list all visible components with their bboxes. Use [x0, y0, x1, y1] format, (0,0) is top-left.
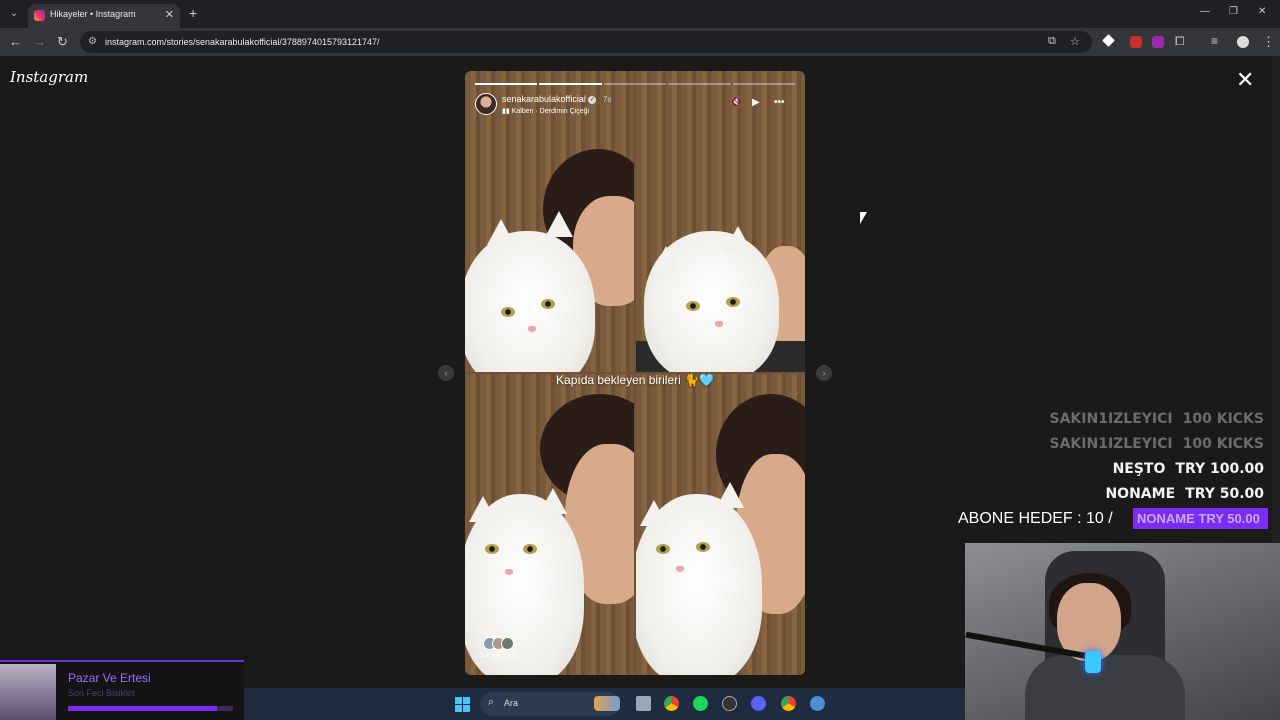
story-progress-segment	[475, 83, 538, 85]
back-arrow-icon[interactable]: ←	[9, 34, 22, 49]
story-username[interactable]: senakarabulakofficial	[502, 94, 586, 104]
close-story-icon[interactable]: ✕	[1236, 69, 1254, 91]
donation-name: NONAME	[1105, 486, 1176, 502]
browser-tab-bar: ⌄ Hikayeler • Instagram ✕ + — ❐ ✕	[0, 0, 1280, 28]
forward-arrow-icon[interactable]: →	[33, 34, 46, 49]
donation-name: NEŞTO	[1112, 461, 1166, 477]
play-icon[interactable]: ▶	[752, 97, 760, 108]
donation-amount: TRY 50.00	[1185, 486, 1264, 502]
story-music-label[interactable]: ▮▮ Kalben · Derdimin Çiçeği	[502, 107, 589, 115]
streamer-webcam	[965, 543, 1280, 720]
track-progress-bar	[68, 706, 233, 711]
instagram-logo[interactable]: Instagram	[10, 68, 88, 86]
chrome-active-icon[interactable]	[781, 696, 796, 711]
subscriber-goal-highlight: NONAME TRY 50.00	[1133, 508, 1268, 529]
story-progress-bar	[475, 83, 796, 85]
story-photo-top-right	[636, 71, 805, 372]
search-icon: ⌕	[488, 696, 495, 708]
browser-toolbar: ← → ↻ ⚙ instagram.com/stories/senakarabu…	[0, 28, 1280, 56]
now-playing-widget: Pazar Ve Ertesi Son Feci Bisiklet	[0, 660, 244, 720]
album-art	[0, 664, 56, 720]
donation-name: SAKIN1IZLEYICI	[1049, 411, 1173, 427]
profile-avatar-icon[interactable]	[1237, 36, 1249, 48]
track-title: Pazar Ve Ertesi	[68, 671, 151, 685]
file-explorer-icon[interactable]	[636, 696, 651, 711]
tab-title: Hikayeler • Instagram	[50, 9, 136, 19]
story-music-title: Kalben · Derdimin Çiçeği	[511, 108, 590, 115]
bookmark-star-icon[interactable]: ☆	[1070, 35, 1080, 48]
story-progress-segment	[603, 83, 667, 85]
obs-icon[interactable]	[722, 696, 737, 711]
subscriber-goal-label: ABONE HEDEF : 10 /	[958, 510, 1113, 527]
close-window-button[interactable]: ✕	[1258, 6, 1266, 17]
install-app-icon[interactable]: ⧉	[1048, 35, 1056, 48]
donation-feed: SAKIN1IZLEYICI 100 KICKS SAKIN1IZLEYICI 100…	[1050, 410, 1264, 510]
story-photo-bottom-left	[465, 374, 634, 675]
windows-taskbar: ⌕ Ara	[244, 688, 965, 720]
address-bar[interactable]: ⚙ instagram.com/stories/senakarabulakoff…	[80, 31, 1092, 53]
viewer-avatars[interactable]	[483, 637, 517, 651]
extension-purple-icon[interactable]	[1152, 36, 1164, 48]
new-tab-button[interactable]: +	[189, 5, 197, 21]
verified-badge-icon: ✓	[588, 95, 597, 104]
donation-amount: 100 KICKS	[1182, 411, 1264, 427]
extensions-puzzle-icon[interactable]: ⧠	[1175, 34, 1185, 49]
tab-search-chevron-icon[interactable]: ⌄	[6, 6, 22, 22]
instagram-favicon-icon	[34, 10, 45, 21]
site-info-icon[interactable]: ⚙	[88, 36, 97, 47]
story-progress-segment	[732, 83, 796, 85]
story-viewers-count[interactable]: 216 kişi gördü	[480, 653, 517, 659]
browser-menu-icon[interactable]: ⋮	[1262, 34, 1275, 50]
maximize-button[interactable]: ❐	[1229, 6, 1238, 17]
reload-icon[interactable]: ↻	[57, 34, 68, 50]
tab-close-icon[interactable]: ✕	[165, 8, 174, 21]
donation-amount: 100 KICKS	[1182, 436, 1264, 452]
app-settings-icon[interactable]	[810, 696, 825, 711]
music-bars-icon: ▮▮	[502, 108, 512, 115]
story-author[interactable]: senakarabulakofficial ✓ 7s	[502, 94, 611, 104]
mouse-cursor-icon	[860, 212, 867, 224]
discord-icon[interactable]	[751, 696, 766, 711]
chrome-icon[interactable]	[664, 696, 679, 711]
story-time: 7s	[602, 95, 612, 104]
donation-row: SAKIN1IZLEYICI 100 KICKS	[1050, 435, 1264, 460]
donation-row: SAKIN1IZLEYICI 100 KICKS	[1050, 410, 1264, 435]
spotify-icon[interactable]	[693, 696, 708, 711]
taskbar-widget-icon[interactable]	[594, 696, 620, 711]
minimize-button[interactable]: —	[1200, 6, 1210, 17]
donation-name: SAKIN1IZLEYICI	[1049, 436, 1173, 452]
next-story-icon[interactable]: ›	[816, 365, 832, 381]
taskbar-search-placeholder[interactable]: Ara	[504, 698, 518, 708]
track-progress-fill	[68, 706, 217, 711]
extension-diamond-icon[interactable]	[1102, 34, 1115, 47]
media-control-icon[interactable]: ≡	[1211, 34, 1218, 48]
mute-icon[interactable]: 🔇	[730, 97, 742, 108]
url-text[interactable]: instagram.com/stories/senakarabulakoffic…	[105, 37, 380, 47]
story-progress-segment	[668, 83, 731, 85]
more-options-icon[interactable]: •••	[774, 97, 785, 108]
story-caption: Kapıda bekleyen birileri 🐈🩵	[556, 373, 714, 387]
donation-amount: TRY 100.00	[1175, 461, 1264, 477]
story-photo-top-left	[465, 71, 634, 372]
tab-instagram-stories[interactable]: Hikayeler • Instagram ✕	[28, 4, 180, 28]
extension-badge-icon[interactable]	[1130, 36, 1142, 48]
track-artist: Son Feci Bisiklet	[68, 688, 135, 698]
story-progress-segment	[539, 83, 602, 85]
windows-start-icon[interactable]	[455, 697, 470, 712]
previous-story-icon[interactable]: ‹	[438, 365, 454, 381]
story-author-avatar[interactable]	[475, 93, 497, 115]
donation-row: NONAME TRY 50.00	[1050, 485, 1264, 510]
story-card[interactable]: senakarabulakofficial ✓ 7s ▮▮ Kalben · D…	[465, 71, 805, 675]
donation-row: NEŞTO TRY 100.00	[1050, 460, 1264, 485]
story-photo-bottom-right	[636, 374, 805, 675]
